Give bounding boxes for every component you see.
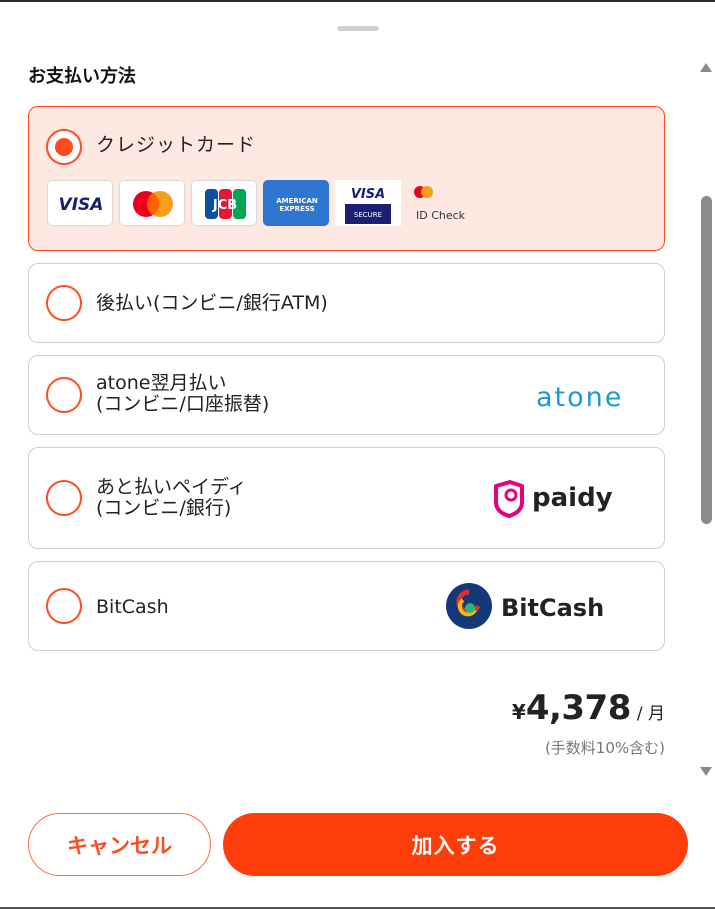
section-title: お支払い方法 [28, 66, 136, 87]
visa-logo-text: VISA [59, 195, 104, 215]
payment-option-label: 後払い(コンビニ/銀行ATM) [96, 292, 328, 314]
visa-logo: VISA [47, 180, 113, 226]
payment-option-credit-card[interactable]: クレジットカード VISA JCB AMERICAN EXPRESS VISA … [28, 106, 665, 251]
radio-bitcash[interactable] [46, 588, 82, 624]
payment-option-label: あと払いペイディ (コンビニ/銀行) [96, 477, 247, 519]
price-fee-note: (手数料10%含む) [544, 739, 665, 757]
payment-option-label-line2: (コンビニ/銀行) [96, 497, 232, 519]
visa-secure-text-2: SECURE [354, 211, 382, 219]
cancel-button[interactable]: キャンセル [28, 813, 211, 876]
price-currency: ¥ [511, 700, 526, 724]
payment-option-paidy[interactable]: あと払いペイディ (コンビニ/銀行) paidy [28, 447, 665, 549]
payment-option-label: BitCash [96, 596, 169, 618]
payment-option-atobarai[interactable]: 後払い(コンビニ/銀行ATM) [28, 263, 665, 343]
paidy-logo: paidy [492, 478, 618, 522]
jcb-logo-text: JCB [212, 198, 237, 213]
scroll-up-arrow-icon[interactable] [700, 63, 712, 72]
payment-option-bitcash[interactable]: BitCash BitCash [28, 561, 665, 651]
scroll-down-arrow-icon[interactable] [700, 767, 712, 776]
payment-option-atone[interactable]: atone翌月払い (コンビニ/口座振替) atone [28, 355, 665, 435]
radio-credit-card[interactable] [46, 129, 82, 165]
price-period: / 月 [636, 704, 665, 724]
payment-option-label-line1: あと払いペイディ [96, 476, 247, 498]
visa-secure-text: VISA [351, 187, 385, 202]
payment-option-label-line2: (コンビニ/口座振替) [96, 393, 270, 415]
top-edge [0, 0, 715, 2]
subscribe-button[interactable]: 加入する [223, 813, 688, 876]
payment-option-label: クレジットカード [96, 134, 257, 156]
atone-logo: atone [534, 378, 634, 418]
bitcash-logo: BitCash [445, 578, 605, 638]
visa-secure-logo: VISA SECURE [335, 180, 401, 226]
amex-logo-text-1: AMERICAN [276, 197, 318, 205]
id-check-text: ID Check [416, 209, 466, 222]
radio-paidy[interactable] [46, 480, 82, 516]
scrollbar-thumb[interactable] [701, 196, 712, 524]
price-display: ¥4,378/ 月 [512, 688, 665, 728]
radio-atobarai[interactable] [46, 285, 82, 321]
payment-option-label: atone翌月払い (コンビニ/口座振替) [96, 373, 269, 415]
price-amount: 4,378 [525, 688, 632, 728]
bitcash-logo-text: BitCash [501, 594, 604, 622]
amex-logo-text-2: EXPRESS [279, 205, 314, 213]
jcb-logo: JCB [191, 180, 257, 226]
amex-logo: AMERICAN EXPRESS [263, 180, 329, 226]
atone-logo-text: atone [536, 382, 623, 413]
paidy-logo-text: paidy [532, 483, 613, 513]
radio-selected-dot [55, 138, 73, 156]
mastercard-logo [119, 180, 185, 226]
payment-option-label-line1: atone翌月払い [96, 372, 227, 394]
sheet-drag-handle[interactable] [337, 26, 379, 31]
radio-atone[interactable] [46, 377, 82, 413]
mastercard-id-check-logo: ID Check [407, 180, 487, 226]
